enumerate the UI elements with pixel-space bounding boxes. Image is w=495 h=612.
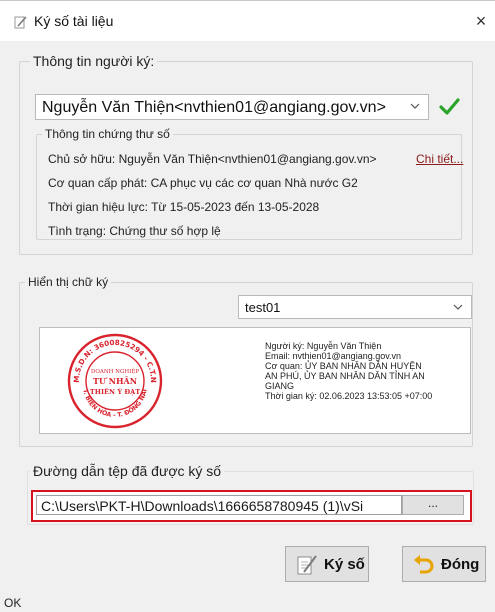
cert-status: Tình trạng: Chứng thư số hợp lệ bbox=[48, 224, 221, 238]
stamp-center-line3: THIÊN Ý ĐẠT bbox=[90, 387, 140, 396]
window-title: Ký số tài liệu bbox=[34, 13, 114, 29]
sig-line-agency: Cơ quan: ỦY BAN NHÂN DÂN HUYỆN bbox=[265, 361, 422, 371]
stamp-center-line1: DOANH NGHIỆP bbox=[91, 367, 139, 375]
status-text: OK bbox=[4, 596, 22, 610]
sign-document-window: Ký số tài liệu × Thông tin người ký: Ngu… bbox=[0, 0, 495, 612]
signer-select-value: Nguyễn Văn Thiện<nvthien01@angiang.gov.v… bbox=[42, 99, 386, 116]
signature-preview: M.S.D.N: 3600825294 - C.T.N T. BIÊN HÒA … bbox=[39, 327, 471, 434]
browse-button[interactable]: ... bbox=[402, 495, 464, 515]
sign-document-icon bbox=[297, 555, 317, 575]
sig-line-signer: Người ký: Nguyễn Văn Thiện bbox=[265, 341, 382, 351]
cert-issuer: Cơ quan cấp phát: CA phục vụ các cơ quan… bbox=[48, 176, 358, 190]
signature-display-title: Hiển thị chữ ký bbox=[25, 275, 112, 289]
signer-select[interactable]: Nguyễn Văn Thiện<nvthien01@angiang.gov.v… bbox=[35, 94, 429, 120]
output-path-highlight: C:\Users\PKT-H\Downloads\1666658780945 (… bbox=[31, 490, 472, 522]
cert-info-title: Thông tin chứng thư số bbox=[42, 127, 173, 141]
chevron-down-icon bbox=[410, 103, 420, 109]
undo-arrow-icon bbox=[414, 555, 434, 574]
output-path-label: Đường dẫn tệp đã được ký số bbox=[30, 463, 225, 479]
output-path-input[interactable]: C:\Users\PKT-H\Downloads\1666658780945 (… bbox=[36, 495, 402, 515]
close-window-button[interactable]: × bbox=[467, 9, 495, 33]
sign-button[interactable]: Ký số bbox=[285, 546, 369, 582]
sig-line-agency-cont: AN PHÚ, ỦY BAN NHÂN DÂN TỈNH AN bbox=[265, 371, 425, 381]
sig-line-email: Email: nvthien01@angiang.gov.vn bbox=[265, 351, 402, 361]
cert-details-link[interactable]: Chi tiết... bbox=[416, 152, 463, 166]
company-stamp-icon: M.S.D.N: 3600825294 - C.T.N T. BIÊN HÒA … bbox=[67, 333, 163, 429]
signature-info-text: Người ký: Nguyễn Văn Thiện Email: nvthie… bbox=[265, 341, 465, 401]
signature-template-value: test01 bbox=[245, 300, 281, 315]
close-button-label: Đóng bbox=[441, 556, 480, 573]
stamp-center-line2: TƯ NHÂN bbox=[93, 376, 137, 386]
cert-validity: Thời gian hiệu lực: Từ 15-05-2023 đến 13… bbox=[48, 200, 320, 214]
sign-button-label: Ký số bbox=[324, 556, 365, 573]
sig-line-time: Thời gian ký: 02.06.2023 13:53:05 +07:00 bbox=[265, 391, 433, 401]
close-button[interactable]: Đóng bbox=[402, 546, 486, 582]
chevron-down-icon bbox=[453, 304, 463, 310]
signer-info-title: Thông tin người ký: bbox=[30, 53, 158, 69]
cert-owner: Chủ sở hữu: Nguyễn Văn Thiện<nvthien01@a… bbox=[48, 152, 377, 166]
valid-check-icon bbox=[439, 98, 460, 115]
title-bar: Ký số tài liệu × bbox=[0, 1, 495, 41]
signature-template-select[interactable]: test01 bbox=[238, 295, 472, 319]
sig-line-agency-end: GIANG bbox=[265, 381, 295, 391]
sign-pen-icon bbox=[14, 16, 27, 29]
status-bar: OK bbox=[0, 593, 495, 612]
